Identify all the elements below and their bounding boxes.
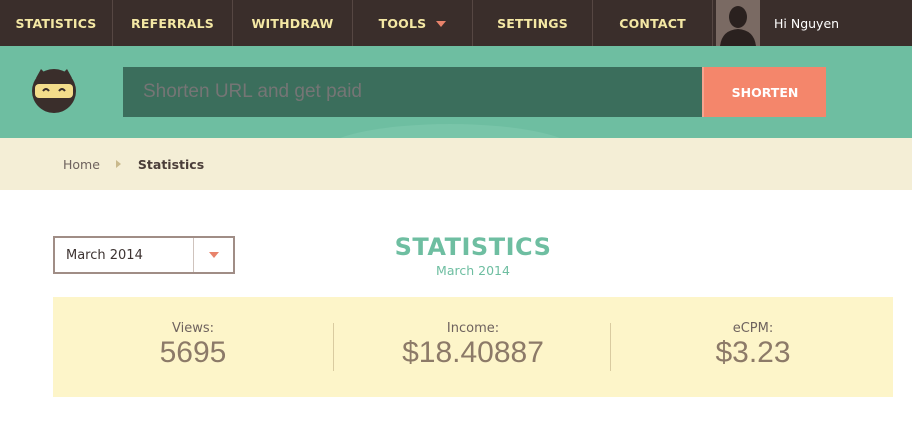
chevron-down-icon [436, 21, 447, 27]
stats-panel: Views: 5695 Income: $18.40887 eCPM: $3.2… [53, 297, 893, 397]
stat-label: Views: [171, 321, 214, 336]
nav-contact[interactable]: CONTACT [593, 0, 713, 46]
breadcrumb-home-link[interactable]: Home [63, 157, 100, 172]
header-band: SHORTEN [0, 46, 912, 138]
nav-settings[interactable]: SETTINGS [473, 0, 593, 46]
nav-tools[interactable]: TOOLS [353, 0, 473, 46]
nav-label: TOOLS [378, 15, 427, 31]
breadcrumb-current: Statistics [137, 156, 205, 172]
breadcrumb-separator-icon [115, 160, 121, 168]
nav-statistics[interactable]: STATISTICS [0, 0, 113, 46]
user-greeting: Hi Nguyen [774, 15, 840, 31]
stat-income: Income: $18.40887 [333, 297, 613, 397]
nav-label: WITHDRAW [251, 15, 334, 31]
breadcrumb: Home Statistics [0, 138, 912, 190]
page-subtitle: March 2014 [436, 263, 510, 278]
chevron-down-icon [208, 252, 219, 258]
top-nav: STATISTICS REFERRALS WITHDRAW TOOLS SETT… [0, 0, 912, 46]
stat-views: Views: 5695 [53, 297, 333, 397]
stat-value: 5695 [159, 336, 227, 369]
nav-referrals[interactable]: REFERRALS [113, 0, 233, 46]
page-title: STATISTICS [394, 233, 552, 261]
stat-label: eCPM: [732, 321, 774, 336]
stat-value: $18.40887 [402, 336, 544, 369]
nav-label: CONTACT [619, 15, 686, 31]
nav-label: SETTINGS [497, 15, 568, 31]
stat-divider [610, 323, 611, 371]
ninja-logo-icon[interactable] [28, 64, 80, 116]
nav-label: STATISTICS [15, 15, 97, 31]
avatar[interactable] [716, 0, 760, 46]
stat-ecpm: eCPM: $3.23 [610, 297, 893, 397]
stat-label: Income: [446, 321, 500, 336]
stat-value: $3.23 [715, 336, 791, 369]
month-select[interactable]: March 2014 [53, 236, 235, 274]
shorten-label: SHORTEN [731, 84, 799, 100]
band-decoration [320, 124, 580, 138]
url-input[interactable] [123, 67, 702, 117]
user-menu[interactable]: Hi Nguyen [713, 0, 839, 46]
nav-withdraw[interactable]: WITHDRAW [233, 0, 353, 46]
month-select-toggle[interactable] [193, 238, 233, 272]
shorten-button[interactable]: SHORTEN [702, 67, 826, 117]
nav-label: REFERRALS [131, 15, 214, 31]
month-select-value: March 2014 [66, 247, 143, 263]
